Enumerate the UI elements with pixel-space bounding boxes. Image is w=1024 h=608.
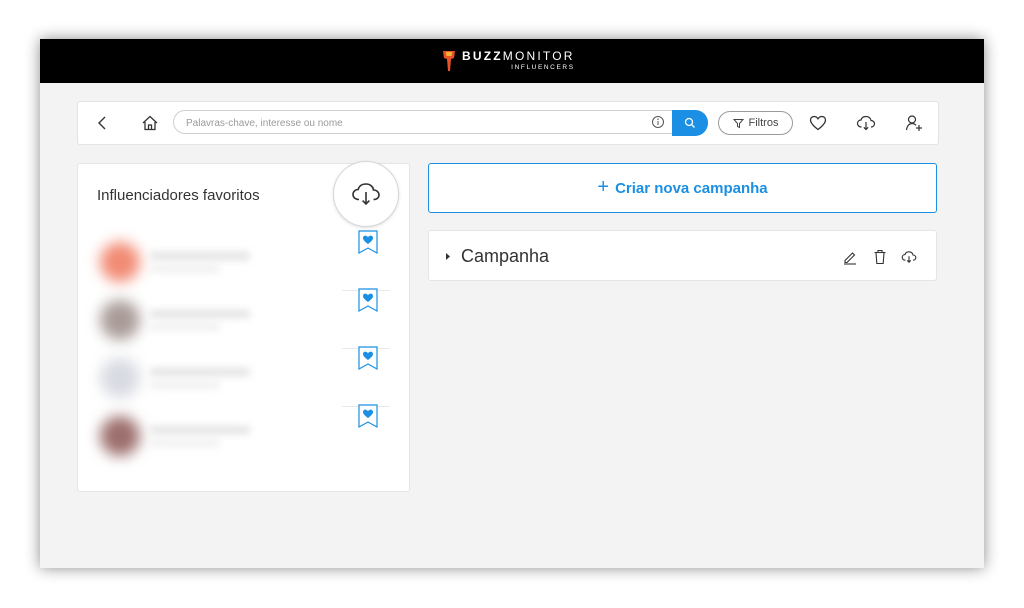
pencil-icon xyxy=(844,252,856,265)
influencer-handle-blurred xyxy=(150,266,220,272)
back-button[interactable] xyxy=(90,111,114,135)
heart-icon xyxy=(809,115,827,131)
avatar xyxy=(100,358,140,398)
filters-label: Filtros xyxy=(748,117,779,129)
app-window: BUZZMONITOR INFLUENCERS Palavras-chave, … xyxy=(40,39,984,568)
edit-campaign-button[interactable] xyxy=(841,248,859,266)
logo-mark-icon xyxy=(443,51,455,71)
cloud-download-icon xyxy=(352,183,380,206)
brand-name: BUZZMONITOR xyxy=(462,49,575,64)
search-button[interactable] xyxy=(672,110,708,136)
plus-icon: + xyxy=(597,176,610,198)
delete-campaign-button[interactable] xyxy=(871,248,889,266)
home-button[interactable] xyxy=(138,111,162,135)
influencer-name-blurred xyxy=(150,368,250,376)
home-icon xyxy=(142,115,158,131)
influencer-handle-blurred xyxy=(150,440,220,446)
search-icon xyxy=(684,117,695,128)
search-input[interactable] xyxy=(184,111,648,135)
campaign-row[interactable]: Campanha xyxy=(428,230,937,281)
create-campaign-button[interactable]: + Criar nova campanha xyxy=(428,163,937,213)
favorite-heart-badge-icon[interactable] xyxy=(358,346,378,370)
export-button[interactable] xyxy=(854,111,878,135)
download-favorites-button[interactable] xyxy=(333,161,399,227)
user-add-icon xyxy=(905,115,922,131)
favorite-heart-badge-icon[interactable] xyxy=(358,404,378,428)
chevron-left-icon xyxy=(98,116,106,130)
export-campaign-button[interactable] xyxy=(900,248,918,266)
filters-button[interactable]: Filtros xyxy=(718,111,793,135)
cloud-download-icon xyxy=(856,115,876,131)
caret-right-icon[interactable] xyxy=(444,252,452,261)
influencer-name-blurred xyxy=(150,310,250,318)
favorite-item[interactable] xyxy=(92,404,392,464)
cloud-download-icon xyxy=(901,251,917,263)
campaign-name: Campanha xyxy=(461,246,550,266)
favorite-item[interactable] xyxy=(92,346,392,406)
influencer-handle-blurred xyxy=(150,382,220,388)
search-box xyxy=(173,110,708,135)
brand-subtitle: INFLUENCERS xyxy=(511,64,575,72)
favorite-item[interactable] xyxy=(92,288,392,348)
influencer-name-blurred xyxy=(150,426,250,434)
create-campaign-label: Criar nova campanha xyxy=(615,179,768,197)
info-icon[interactable] xyxy=(651,115,665,129)
favorites-panel: Influenciadores favoritos xyxy=(77,161,410,492)
favorite-heart-badge-icon[interactable] xyxy=(358,288,378,312)
funnel-icon xyxy=(732,118,744,128)
favorites-button[interactable] xyxy=(806,111,830,135)
brand-logo: BUZZMONITOR INFLUENCERS xyxy=(442,45,575,77)
avatar xyxy=(100,416,140,456)
influencer-name-blurred xyxy=(150,252,250,260)
favorites-title: Influenciadores favoritos xyxy=(97,187,260,204)
trash-icon xyxy=(874,249,886,265)
top-bar: BUZZMONITOR INFLUENCERS xyxy=(40,39,984,83)
search-toolbar: Filtros xyxy=(77,101,939,145)
avatar xyxy=(100,300,140,340)
favorite-heart-badge-icon[interactable] xyxy=(358,230,378,254)
influencer-handle-blurred xyxy=(150,324,220,330)
add-influencer-button[interactable] xyxy=(902,111,926,135)
favorite-item[interactable] xyxy=(92,230,392,290)
avatar xyxy=(100,242,140,282)
